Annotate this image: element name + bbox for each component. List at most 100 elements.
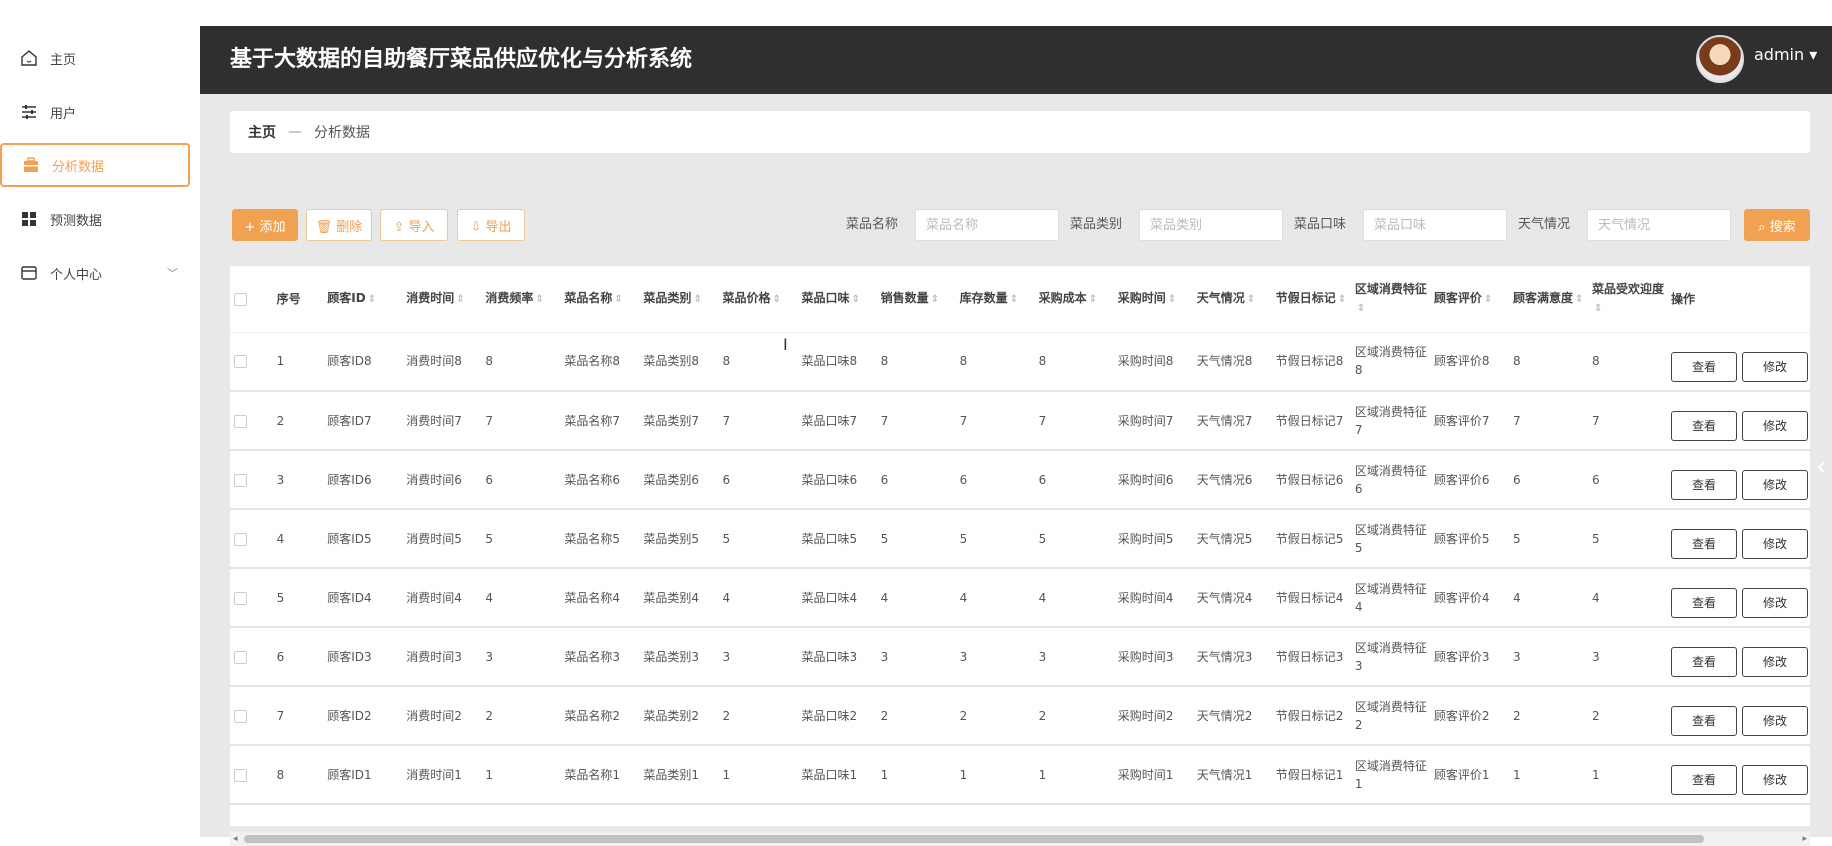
- toolbar: + 添加 🗑 删除 ⇪ 导入 ⇩ 导出 菜品名称 菜品类别 菜品口味 天气情况 …: [232, 209, 1812, 241]
- row-checkbox[interactable]: [234, 709, 247, 723]
- view-button[interactable]: 查看: [1671, 588, 1738, 618]
- column-header[interactable]: 菜品受欢迎度 ⇕: [1587, 266, 1668, 333]
- table-cell: 菜品口味5: [797, 509, 877, 569]
- sort-icon[interactable]: ⇕: [1575, 294, 1583, 305]
- edit-button[interactable]: 修改: [1742, 647, 1809, 677]
- sort-icon[interactable]: ⇕: [1338, 294, 1346, 305]
- row-checkbox[interactable]: [234, 650, 247, 664]
- edit-button[interactable]: 修改: [1742, 411, 1809, 441]
- table-cell: 顾客ID1: [323, 745, 403, 805]
- sort-icon[interactable]: ⇕: [1484, 294, 1492, 305]
- column-header[interactable]: 菜品名称 ⇕: [560, 266, 640, 333]
- column-header[interactable]: 消费频率 ⇕: [481, 266, 561, 333]
- import-button[interactable]: ⇪ 导入: [380, 209, 448, 241]
- dish-category-input[interactable]: [1139, 209, 1283, 241]
- table-cell: 消费时间1: [402, 745, 482, 805]
- row-checkbox[interactable]: [234, 414, 247, 428]
- sort-icon[interactable]: ⇕: [693, 294, 701, 305]
- column-header[interactable]: 菜品价格 ⇕: [718, 266, 798, 333]
- column-header[interactable]: 采购成本 ⇕: [1034, 266, 1114, 333]
- horizontal-scrollbar[interactable]: ◂ ▸: [230, 832, 1810, 846]
- sort-icon[interactable]: ⇕: [931, 294, 939, 305]
- row-checkbox[interactable]: [234, 473, 247, 487]
- column-header[interactable]: 菜品口味 ⇕: [797, 266, 877, 333]
- edit-button[interactable]: 修改: [1742, 588, 1809, 618]
- column-header[interactable]: 天气情况 ⇕: [1192, 266, 1272, 333]
- row-checkbox[interactable]: [234, 355, 247, 369]
- dish-name-input[interactable]: [915, 209, 1059, 241]
- sidebar-item-prediction[interactable]: 预测数据: [0, 197, 190, 241]
- scroll-right-arrow-icon[interactable]: ▸: [1802, 832, 1807, 846]
- view-button[interactable]: 查看: [1671, 470, 1738, 500]
- table-cell: 1: [876, 745, 956, 805]
- edit-button[interactable]: 修改: [1742, 470, 1809, 500]
- column-header[interactable]: 区域消费特征 ⇕: [1350, 266, 1430, 333]
- table-cell: 4: [955, 568, 1035, 628]
- app-title: 基于大数据的自助餐厅菜品供应优化与分析系统: [230, 47, 693, 72]
- column-header[interactable]: 库存数量 ⇕: [955, 266, 1035, 333]
- column-header[interactable]: 节假日标记 ⇕: [1271, 266, 1351, 333]
- add-button[interactable]: + 添加: [232, 209, 298, 241]
- search-button[interactable]: ⌕ 搜索: [1744, 209, 1810, 241]
- row-actions: 查看 修改: [1667, 509, 1810, 569]
- table-cell: 菜品口味2: [797, 686, 877, 746]
- dish-taste-input[interactable]: [1363, 209, 1507, 241]
- sidebar-item-profile[interactable]: 个人中心 ﹀: [0, 251, 190, 295]
- view-button[interactable]: 查看: [1671, 529, 1738, 559]
- edit-button[interactable]: 修改: [1742, 529, 1809, 559]
- table-cell: 8: [481, 332, 561, 392]
- sort-icon[interactable]: ⇕: [852, 294, 860, 305]
- view-button[interactable]: 查看: [1671, 706, 1738, 736]
- sort-icon[interactable]: ⇕: [535, 294, 543, 305]
- sort-icon[interactable]: ⇕: [1089, 294, 1097, 305]
- table-cell: 顾客评价6: [1429, 450, 1509, 510]
- sidebar-item-home[interactable]: 主页: [0, 36, 190, 80]
- sort-icon[interactable]: ⇕: [1594, 303, 1602, 314]
- column-header[interactable]: 顾客满意度 ⇕: [1508, 266, 1588, 333]
- column-header[interactable]: 顾客ID ⇕: [323, 266, 403, 333]
- view-button[interactable]: 查看: [1671, 647, 1738, 677]
- delete-button[interactable]: 🗑 删除: [306, 209, 372, 241]
- row-checkbox[interactable]: [234, 768, 247, 782]
- user-menu[interactable]: admin ▾: [1754, 26, 1817, 84]
- table-cell: 8: [955, 332, 1035, 392]
- row-checkbox[interactable]: [234, 532, 247, 546]
- view-button[interactable]: 查看: [1671, 411, 1738, 441]
- sort-icon[interactable]: ⇕: [772, 294, 780, 305]
- scrollbar-thumb[interactable]: [244, 835, 1704, 843]
- table-cell: 8: [876, 332, 956, 392]
- select-all-checkbox[interactable]: [234, 292, 247, 306]
- sort-icon[interactable]: ⇕: [614, 294, 622, 305]
- sort-icon[interactable]: ⇕: [1010, 294, 1018, 305]
- sort-icon[interactable]: ⇕: [1357, 303, 1365, 314]
- breadcrumb-home[interactable]: 主页: [248, 122, 276, 142]
- weather-input[interactable]: [1587, 209, 1731, 241]
- sidebar-item-analysis[interactable]: 分析数据: [0, 143, 190, 187]
- row-checkbox[interactable]: [234, 591, 247, 605]
- table-cell: 菜品名称2: [560, 686, 640, 746]
- sidebar-item-users[interactable]: 用户: [0, 90, 190, 134]
- table-cell: 顾客评价1: [1429, 745, 1509, 805]
- edit-button[interactable]: 修改: [1742, 765, 1809, 795]
- sort-icon[interactable]: ⇕: [1247, 294, 1255, 305]
- avatar[interactable]: [1696, 35, 1744, 83]
- sort-icon[interactable]: ⇕: [1168, 294, 1176, 305]
- sort-icon[interactable]: ⇕: [456, 294, 464, 305]
- table-cell: 菜品类别6: [639, 450, 719, 510]
- column-header[interactable]: 消费时间 ⇕: [402, 266, 482, 333]
- column-header[interactable]: 采购时间 ⇕: [1113, 266, 1193, 333]
- sort-icon[interactable]: ⇕: [368, 294, 376, 305]
- edit-button[interactable]: 修改: [1742, 706, 1809, 736]
- view-button[interactable]: 查看: [1671, 765, 1738, 795]
- column-header[interactable]: 顾客评价 ⇕: [1429, 266, 1509, 333]
- column-header-label: 顾客满意度: [1512, 290, 1573, 305]
- edit-button[interactable]: 修改: [1742, 351, 1809, 382]
- export-button[interactable]: ⇩ 导出: [457, 209, 525, 241]
- table-cell: 4: [1508, 568, 1588, 628]
- view-button[interactable]: 查看: [1671, 351, 1738, 382]
- table-cell: 顾客ID5: [323, 509, 403, 569]
- column-header[interactable]: 菜品类别 ⇕: [639, 266, 719, 333]
- collapse-arrow-icon[interactable]: ‹: [1816, 452, 1826, 482]
- scroll-left-arrow-icon[interactable]: ◂: [233, 832, 238, 846]
- column-header[interactable]: 销售数量 ⇕: [876, 266, 956, 333]
